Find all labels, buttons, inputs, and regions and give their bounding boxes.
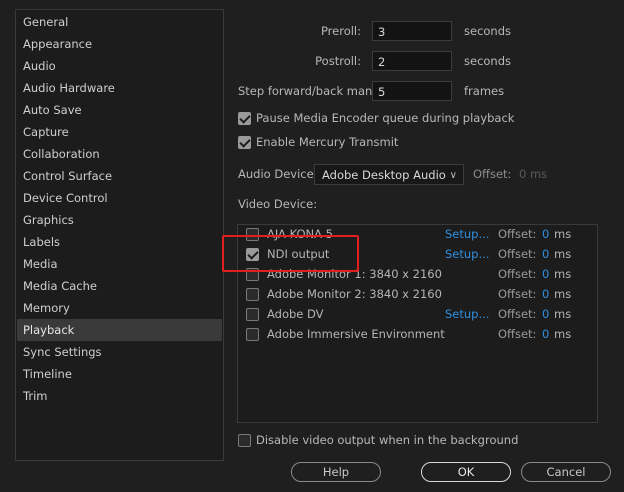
device-name: Adobe Monitor 2: 3840 x 2160	[267, 287, 442, 301]
step-forward-back-input[interactable]: 5	[372, 81, 452, 101]
sidebar-item-control-surface[interactable]: Control Surface	[17, 165, 222, 187]
audio-offset-value: 0 ms	[519, 167, 548, 181]
sidebar-item-auto-save[interactable]: Auto Save	[17, 99, 222, 121]
offset-unit: ms	[554, 227, 572, 241]
sidebar-item-audio-hardware[interactable]: Audio Hardware	[17, 77, 222, 99]
sidebar-item-graphics[interactable]: Graphics	[17, 209, 222, 231]
sidebar-item-labels[interactable]: Labels	[17, 231, 222, 253]
sidebar-item-capture[interactable]: Capture	[17, 121, 222, 143]
help-button[interactable]: Help	[291, 462, 381, 482]
postroll-label: Postroll:	[315, 54, 361, 68]
enable-mercury-transmit-checkbox[interactable]	[238, 136, 251, 149]
offset-value[interactable]: 0	[542, 287, 549, 301]
sidebar-item-media[interactable]: Media	[17, 253, 222, 275]
sidebar-item-timeline[interactable]: Timeline	[17, 363, 222, 385]
device-checkbox[interactable]	[246, 288, 259, 301]
device-checkbox[interactable]	[246, 328, 259, 341]
video-device-row-adobe-dv: Adobe DV Setup... Offset: 0 ms	[238, 305, 597, 325]
offset-unit: ms	[554, 287, 572, 301]
sidebar-item-audio[interactable]: Audio	[17, 55, 222, 77]
highlight-annotation-box	[222, 235, 359, 272]
preroll-input[interactable]: 3	[372, 21, 452, 41]
chevron-down-icon: ∨	[449, 170, 457, 181]
setup-link[interactable]: Setup...	[445, 247, 489, 261]
audio-device-label: Audio Device:	[238, 167, 318, 181]
step-forward-back-label: Step forward/back many:	[238, 84, 383, 98]
preferences-sidebar: General Appearance Audio Audio Hardware …	[15, 9, 224, 461]
postroll-unit: seconds	[464, 54, 512, 68]
pause-media-encoder-label: Pause Media Encoder queue during playbac…	[256, 111, 515, 125]
offset-value[interactable]: 0	[542, 247, 549, 261]
offset-unit: ms	[554, 267, 572, 281]
video-device-label: Video Device:	[238, 197, 318, 211]
sidebar-item-sync-settings[interactable]: Sync Settings	[17, 341, 222, 363]
offset-label: Offset:	[498, 247, 537, 261]
offset-value[interactable]: 0	[542, 267, 549, 281]
offset-unit: ms	[554, 327, 572, 341]
offset-label: Offset:	[498, 327, 537, 341]
sidebar-item-general[interactable]: General	[17, 11, 222, 33]
offset-unit: ms	[554, 307, 572, 321]
disable-video-output-checkbox[interactable]	[238, 434, 251, 447]
ok-button[interactable]: OK	[421, 462, 511, 482]
video-device-row-adobe-monitor-2: Adobe Monitor 2: 3840 x 2160 Offset: 0 m…	[238, 285, 597, 305]
sidebar-item-device-control[interactable]: Device Control	[17, 187, 222, 209]
preroll-unit: seconds	[464, 24, 512, 38]
sidebar-item-trim[interactable]: Trim	[17, 385, 222, 407]
setup-link[interactable]: Setup...	[445, 307, 489, 321]
video-device-row-adobe-immersive: Adobe Immersive Environment Offset: 0 ms	[238, 325, 597, 345]
cancel-button[interactable]: Cancel	[521, 462, 611, 482]
offset-label: Offset:	[498, 227, 537, 241]
sidebar-item-media-cache[interactable]: Media Cache	[17, 275, 222, 297]
audio-device-dropdown[interactable]: Adobe Desktop Audio ∨	[314, 164, 464, 185]
offset-value[interactable]: 0	[542, 227, 549, 241]
offset-label: Offset:	[498, 267, 537, 281]
offset-label: Offset:	[498, 287, 537, 301]
preroll-label: Preroll:	[320, 24, 361, 38]
device-checkbox[interactable]	[246, 308, 259, 321]
setup-link[interactable]: Setup...	[445, 227, 489, 241]
sidebar-item-appearance[interactable]: Appearance	[17, 33, 222, 55]
offset-value[interactable]: 0	[542, 327, 549, 341]
offset-value[interactable]: 0	[542, 307, 549, 321]
device-name: Adobe Immersive Environment	[267, 327, 445, 341]
device-name: Adobe DV	[267, 307, 324, 321]
audio-offset-label: Offset:	[473, 167, 512, 181]
sidebar-item-collaboration[interactable]: Collaboration	[17, 143, 222, 165]
audio-device-value: Adobe Desktop Audio	[322, 168, 446, 182]
step-unit: frames	[464, 84, 505, 98]
sidebar-item-memory[interactable]: Memory	[17, 297, 222, 319]
offset-label: Offset:	[498, 307, 537, 321]
enable-mercury-transmit-label: Enable Mercury Transmit	[256, 135, 399, 149]
disable-video-output-label: Disable video output when in the backgro…	[256, 433, 519, 447]
offset-unit: ms	[554, 247, 572, 261]
sidebar-item-playback[interactable]: Playback	[17, 319, 222, 341]
pause-media-encoder-checkbox[interactable]	[238, 112, 251, 125]
postroll-input[interactable]: 2	[372, 51, 452, 71]
